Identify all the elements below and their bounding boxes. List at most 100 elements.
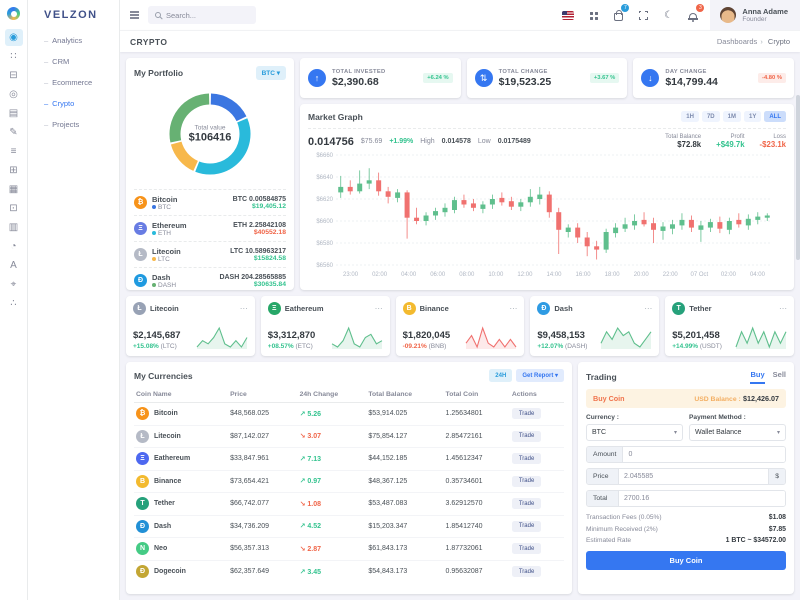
range-button[interactable]: ALL — [764, 111, 786, 122]
summary-row: Estimated Rate 1 BTC ~ $34572.00 — [586, 537, 786, 544]
maps-icon[interactable]: ⌖ — [5, 276, 23, 293]
icons-icon[interactable]: A — [5, 257, 23, 274]
card-menu-icon[interactable]: ⋯ — [779, 304, 787, 313]
price-input[interactable] — [619, 468, 769, 484]
auth-icon[interactable]: ◎ — [5, 86, 23, 103]
trade-button[interactable]: Trade — [511, 543, 542, 555]
trading-title: Trading — [586, 372, 617, 382]
sidebar-menu-item[interactable]: Analytics — [28, 30, 119, 51]
language-flag[interactable] — [560, 7, 576, 23]
coin-summary-card[interactable]: Đ Dash ⋯ $9,458,153 +12.07% (DASH) — [530, 296, 660, 356]
range-button[interactable]: 7D — [701, 111, 720, 122]
total-input[interactable] — [619, 490, 785, 506]
breadcrumb: DashboardsCrypto — [717, 37, 790, 46]
sidebar-menu-item[interactable]: Crypto — [28, 93, 119, 114]
advance-ui-icon[interactable]: ⊞ — [5, 162, 23, 179]
range-button[interactable]: 1H — [681, 111, 699, 122]
coin-summary-card[interactable]: Ł Litecoin ⋯ $2,145,687 +15.08% (LTC) — [126, 296, 255, 356]
apps-menu-button[interactable] — [585, 7, 601, 23]
trading-tab[interactable]: Buy — [750, 370, 765, 384]
coin-summary-card[interactable]: Ξ Eathereum ⋯ $3,312,870 +08.57% (ETC) — [260, 296, 390, 356]
trading-tab[interactable]: Sell — [773, 370, 786, 384]
breadcrumb-item[interactable]: Crypto — [760, 37, 790, 46]
column-header: Actions — [509, 387, 564, 403]
range-button[interactable]: 1M — [722, 111, 741, 122]
card-menu-icon[interactable]: ⋯ — [375, 304, 383, 313]
portfolio-coin-row[interactable]: Ł Litecoin LTC LTC 10.58963217 $15824.58 — [134, 241, 286, 267]
landing-icon[interactable]: ✎ — [5, 124, 23, 141]
coin-summary-card[interactable]: T Tether ⋯ $5,201,458 +14.99% (USDT) — [665, 296, 794, 356]
stat-badge: +6.24 % — [423, 73, 453, 83]
charts-icon[interactable]: ◔ — [5, 238, 23, 255]
card-menu-icon[interactable]: ⋯ — [509, 304, 517, 313]
coin-icon: Ð — [136, 565, 149, 578]
dashboards-icon[interactable]: ◉ — [4, 29, 23, 46]
total-balance-value: $72.8k — [677, 140, 702, 149]
coin-summary-card[interactable]: B Binance ⋯ $1,820,045 -09.21% (BNB) — [395, 296, 525, 356]
pages-icon[interactable]: ▤ — [5, 105, 23, 122]
coin-icon: Đ — [136, 519, 149, 533]
market-usd: $75.69 — [360, 138, 383, 145]
dollar-suffix: $ — [768, 468, 785, 484]
topbar: 7 ☾ 3 Anna Adame Founder — [120, 0, 800, 30]
base-ui-icon[interactable]: ≡ — [5, 143, 23, 160]
trade-button[interactable]: Trade — [511, 566, 542, 577]
hamburger-icon[interactable] — [130, 11, 139, 13]
usd-balance-value: $12,426.07 — [743, 394, 779, 403]
portfolio-coin-row[interactable]: Đ Dash DASH DASH 204.28565885 $30635.84 — [134, 267, 286, 293]
coin-icon: ₿ — [136, 407, 149, 421]
search-box[interactable] — [148, 6, 256, 24]
stat-card: ⇅ TOTAL CHANGE $19,523.25 +3.67 % — [466, 58, 628, 98]
svg-text:$6620: $6620 — [316, 197, 333, 203]
cart-button[interactable]: 7 — [610, 4, 630, 23]
forms-icon[interactable]: ⊡ — [5, 200, 23, 217]
widgets-icon[interactable]: ▦ — [5, 181, 23, 198]
market-change: +1.99% — [389, 138, 414, 145]
card-menu-icon[interactable]: ⋯ — [644, 304, 652, 313]
multilevel-icon[interactable]: ∴ — [5, 295, 23, 312]
amount-input[interactable] — [623, 446, 785, 462]
breadcrumb-item[interactable]: Dashboards — [717, 37, 757, 46]
layouts-icon[interactable]: ⊟ — [5, 67, 23, 84]
scrollbar-thumb[interactable] — [796, 95, 800, 260]
tables-icon[interactable]: ▥ — [5, 219, 23, 236]
column-header: 24h Change — [297, 387, 367, 403]
app-logo-mark[interactable] — [7, 7, 20, 20]
payment-method-select[interactable]: Wallet Balance ▾ — [689, 423, 786, 441]
moon-icon: ☾ — [663, 9, 673, 21]
portfolio-currency-select[interactable]: BTC ▾ — [255, 66, 286, 80]
apps-icon[interactable]: ∷ — [5, 48, 23, 65]
table-row: Ξ Eathereum $33,847.961 ↗ 7.13 $44,152.18… — [134, 447, 564, 471]
trade-button[interactable]: Trade — [511, 520, 542, 532]
search-input[interactable] — [166, 10, 246, 20]
currency-select[interactable]: BTC ▾ — [586, 423, 683, 441]
range-button[interactable]: 1Y — [743, 111, 762, 122]
notifications-button[interactable]: 3 — [685, 4, 705, 23]
fullscreen-button[interactable] — [635, 7, 651, 23]
dark-mode-button[interactable]: ☾ — [660, 7, 676, 23]
sidebar-menu-item[interactable]: Ecommerce — [28, 72, 119, 93]
column-header: Total Balance — [366, 387, 444, 403]
trade-button[interactable]: Trade — [511, 430, 542, 442]
coin-icon: ₿ — [134, 196, 147, 209]
card-menu-icon[interactable]: ⋯ — [240, 304, 248, 313]
icon-rail: ◉ ∷ ⊟ ◎ ▤ ✎ ≡ ⊞ ▦ ⊡ ▥ ◔ A ⌖ ∴ — [0, 0, 28, 600]
trade-button[interactable]: Trade — [511, 408, 542, 420]
filter-24h-button[interactable]: 24H — [489, 369, 513, 382]
coin-icon: Ł — [136, 429, 149, 443]
trade-button[interactable]: Trade — [511, 453, 542, 465]
bell-icon — [688, 12, 699, 22]
svg-text:22:00: 22:00 — [663, 272, 679, 278]
buy-coin-button[interactable]: Buy Coin — [586, 551, 786, 570]
get-report-button[interactable]: Get Report ▾ — [516, 369, 564, 382]
trade-button[interactable]: Trade — [511, 475, 542, 487]
app-logo-text[interactable]: VELZON — [28, 0, 119, 30]
portfolio-coin-row[interactable]: ₿ Bitcoin BTC BTC 0.00584875 $19,405.12 — [134, 189, 286, 215]
portfolio-title: My Portfolio — [134, 68, 184, 78]
portfolio-coin-row[interactable]: Ξ Ethereum ETH ETH 2.25842108 $40552.18 — [134, 215, 286, 241]
legend-dot — [152, 231, 156, 235]
sidebar-menu-item[interactable]: CRM — [28, 51, 119, 72]
trade-button[interactable]: Trade — [511, 498, 542, 510]
user-menu[interactable]: Anna Adame Founder — [710, 0, 800, 30]
sidebar-menu-item[interactable]: Projects — [28, 114, 119, 135]
